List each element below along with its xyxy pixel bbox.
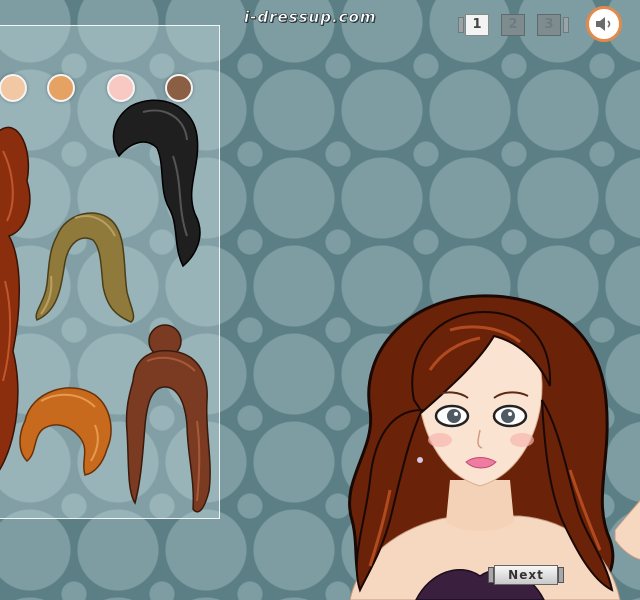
- speaker-icon: [596, 17, 611, 31]
- skin-tone-swatch-tan[interactable]: [47, 74, 75, 102]
- next-bracket-right: [558, 567, 564, 583]
- hairstyle-option-olive-shoulder[interactable]: [31, 206, 141, 326]
- step-1-button[interactable]: 1: [465, 14, 489, 36]
- dressup-model: [348, 294, 640, 600]
- hairstyle-option-copper-short[interactable]: [11, 381, 115, 481]
- hairstyle-option-chestnut-bun[interactable]: [117, 321, 217, 521]
- site-logo[interactable]: i-dressup.com: [244, 8, 376, 27]
- step-bracket-right: [563, 17, 569, 33]
- step-bracket-left: [458, 17, 464, 33]
- hairstyle-panel: [0, 25, 220, 519]
- step-2-button[interactable]: 2: [501, 14, 525, 36]
- skin-tone-swatch-light[interactable]: [0, 74, 27, 102]
- next-button[interactable]: Next: [494, 565, 558, 585]
- step-3-button[interactable]: 3: [537, 14, 561, 36]
- sound-toggle-button[interactable]: [586, 6, 622, 42]
